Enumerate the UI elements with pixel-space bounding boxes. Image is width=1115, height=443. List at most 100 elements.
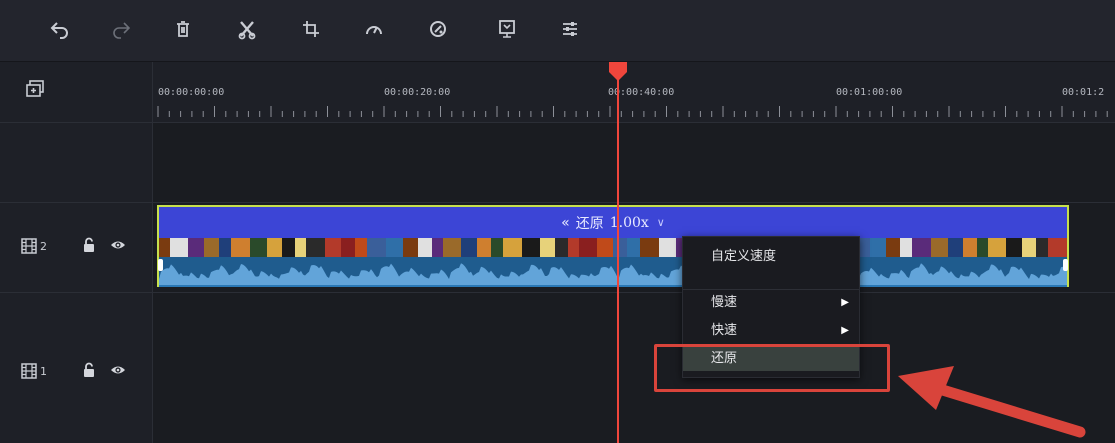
thumbnail-frame xyxy=(658,238,676,257)
thumbnail-frame xyxy=(249,238,267,257)
thumbnail-frame xyxy=(639,238,659,257)
thumbnail-frame xyxy=(539,238,555,257)
menu-separator xyxy=(683,289,859,290)
thumbnail-frame xyxy=(295,238,307,257)
ruler-header xyxy=(0,62,153,122)
thumbnail-frame xyxy=(403,238,419,257)
thumbnail-frame xyxy=(987,238,1006,257)
thumbnail-frame xyxy=(931,238,949,257)
eye-icon[interactable] xyxy=(110,238,126,252)
thumbnail-frame xyxy=(306,238,325,257)
thumbnail-frame xyxy=(340,238,355,257)
eye-icon[interactable] xyxy=(110,363,126,377)
speed-chevron-icon: « xyxy=(561,214,570,231)
thumbnail-frame xyxy=(324,238,341,257)
thumbnail-frame xyxy=(159,238,171,257)
thumbnail-frame xyxy=(503,238,523,257)
empty-track-lane[interactable] xyxy=(153,122,1115,202)
thumbnail-frame xyxy=(386,238,404,257)
thumbnail-frame xyxy=(1048,238,1067,257)
thumbnail-frame xyxy=(885,238,900,257)
add-track-icon[interactable] xyxy=(24,78,46,100)
annotation-arrow-icon xyxy=(898,366,1086,438)
clip-right-handle[interactable] xyxy=(1063,259,1068,271)
speed-bar[interactable]: « 还原 1.00x ∨ xyxy=(159,207,1067,238)
playhead-handle[interactable] xyxy=(608,62,628,82)
track-1-label: 1 xyxy=(20,362,47,380)
clip-left-handle[interactable] xyxy=(158,259,163,271)
thumbnail-frame xyxy=(522,238,540,257)
thumbnail-frame xyxy=(431,238,443,257)
thumbnail-frame xyxy=(554,238,568,257)
ruler-label: 00:01:2 xyxy=(1062,87,1105,98)
audio-waveform xyxy=(159,257,1067,287)
thumbnail-frame xyxy=(963,238,977,257)
menu-item-label: 自定义速度 xyxy=(711,249,777,264)
submenu-arrow-icon: ▶ xyxy=(841,297,849,308)
menu-item-custom-speed[interactable]: 自定义速度 xyxy=(683,245,859,269)
menu-item-slow[interactable]: 慢速 ▶ xyxy=(683,291,859,315)
thumbnail-frame xyxy=(354,238,367,257)
thumbnail-frame xyxy=(266,238,283,257)
thumbnail-frame xyxy=(578,238,598,257)
thumbnail-frame xyxy=(613,238,628,257)
thumbnail-frame xyxy=(230,238,250,257)
thumbnail-frame xyxy=(460,238,477,257)
thumbnail-frame xyxy=(948,238,964,257)
thumbnail-frame xyxy=(1005,238,1023,257)
film-icon xyxy=(21,238,37,254)
crop-icon[interactable] xyxy=(298,16,324,42)
thumbnail-frame xyxy=(627,238,640,257)
thumbnail-frame xyxy=(476,238,492,257)
thumbnail-frame xyxy=(899,238,913,257)
thumbnail-frame xyxy=(491,238,504,257)
split-icon[interactable] xyxy=(234,16,260,42)
timeline-toolbar xyxy=(0,0,1115,62)
thumbnail-frame xyxy=(976,238,988,257)
thumbnail-frame xyxy=(170,238,189,257)
color-icon[interactable] xyxy=(425,16,451,42)
menu-item-label: 快速 xyxy=(711,323,738,338)
thumbnail-frame xyxy=(912,238,932,257)
thumbnail-frame xyxy=(567,238,579,257)
ruler-label: 00:00:00:00 xyxy=(158,87,225,98)
annotation-highlight-box xyxy=(654,344,890,392)
thumbnail-frame xyxy=(1022,238,1037,257)
redo-icon[interactable] xyxy=(108,16,134,42)
clip-thumbnails xyxy=(159,238,1067,257)
thumbnail-frame xyxy=(869,238,886,257)
undo-icon[interactable] xyxy=(47,16,73,42)
track-number: 1 xyxy=(40,364,47,378)
menu-item-label: 慢速 xyxy=(711,295,738,310)
speed-icon[interactable] xyxy=(361,16,387,42)
green-screen-icon[interactable] xyxy=(494,16,520,42)
thumbnail-frame xyxy=(282,238,296,257)
submenu-arrow-icon: ▶ xyxy=(841,325,849,336)
waveform-graphic xyxy=(159,263,1067,285)
thumbnail-frame xyxy=(442,238,461,257)
film-icon xyxy=(21,363,37,379)
track-number: 2 xyxy=(40,239,47,253)
video-clip[interactable]: « 还原 1.00x ∨ xyxy=(157,205,1069,287)
speed-label: 还原 xyxy=(575,215,604,232)
thumbnail-frame xyxy=(188,238,205,257)
unlock-icon[interactable] xyxy=(82,237,96,253)
thumbnail-frame xyxy=(597,238,614,257)
speed-value: 1.00x xyxy=(609,214,649,231)
thumbnail-frame xyxy=(418,238,432,257)
ruler-label: 00:00:20:00 xyxy=(384,87,451,98)
empty-track-header xyxy=(0,122,153,202)
thumbnail-frame xyxy=(366,238,387,257)
speed-dropdown-icon[interactable]: ∨ xyxy=(657,216,665,229)
ruler-label: 00:01:00:00 xyxy=(836,87,903,98)
thumbnail-frame xyxy=(218,238,231,257)
menu-item-fast[interactable]: 快速 ▶ xyxy=(683,319,859,343)
adjust-icon[interactable] xyxy=(557,16,583,42)
timeline-ruler[interactable]: 00:00:00:00 00:00:20:00 00:00:40:00 00:0… xyxy=(153,62,1115,122)
thumbnail-frame xyxy=(204,238,219,257)
thumbnail-frame xyxy=(1036,238,1049,257)
playhead-line[interactable] xyxy=(617,70,619,443)
delete-icon[interactable] xyxy=(170,16,196,42)
unlock-icon[interactable] xyxy=(82,362,96,378)
track-2-label: 2 xyxy=(20,237,47,255)
